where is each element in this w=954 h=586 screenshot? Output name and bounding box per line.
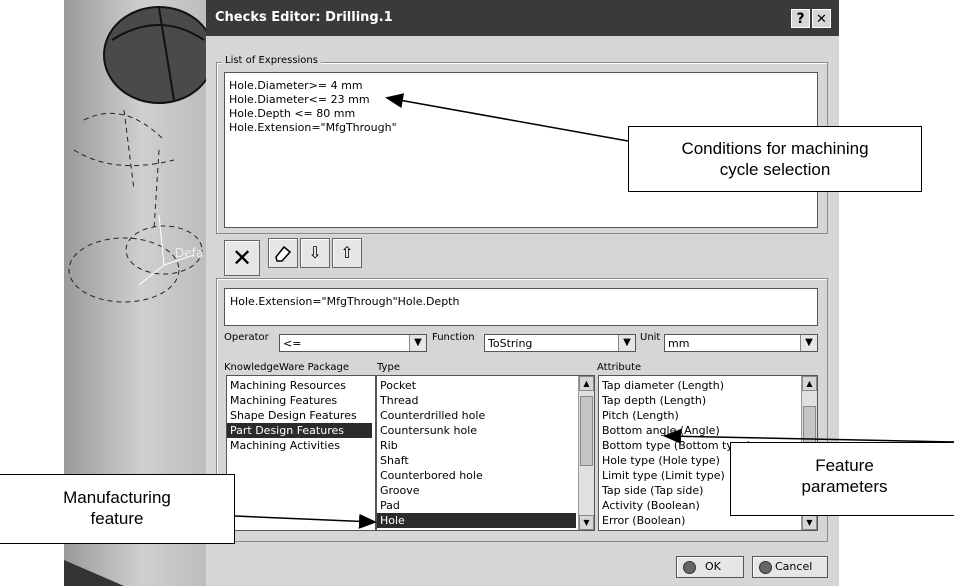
callout-conditions-line2: cycle selection: [719, 160, 831, 179]
callout-feature-line1: Feature: [815, 456, 874, 475]
callout-manufacturing-line2: feature: [90, 509, 144, 528]
callout-conditions-line1: Conditions for machining: [681, 139, 869, 158]
callout-manufacturing-line1: Manufacturing: [63, 488, 171, 507]
callout-feature-line2: parameters: [801, 477, 888, 496]
callout-conditions: Conditions for machining cycle selection: [628, 126, 922, 192]
callout-feature-parameters: Feature parameters: [730, 442, 954, 516]
callout-manufacturing-feature: Manufacturing feature: [0, 474, 235, 544]
